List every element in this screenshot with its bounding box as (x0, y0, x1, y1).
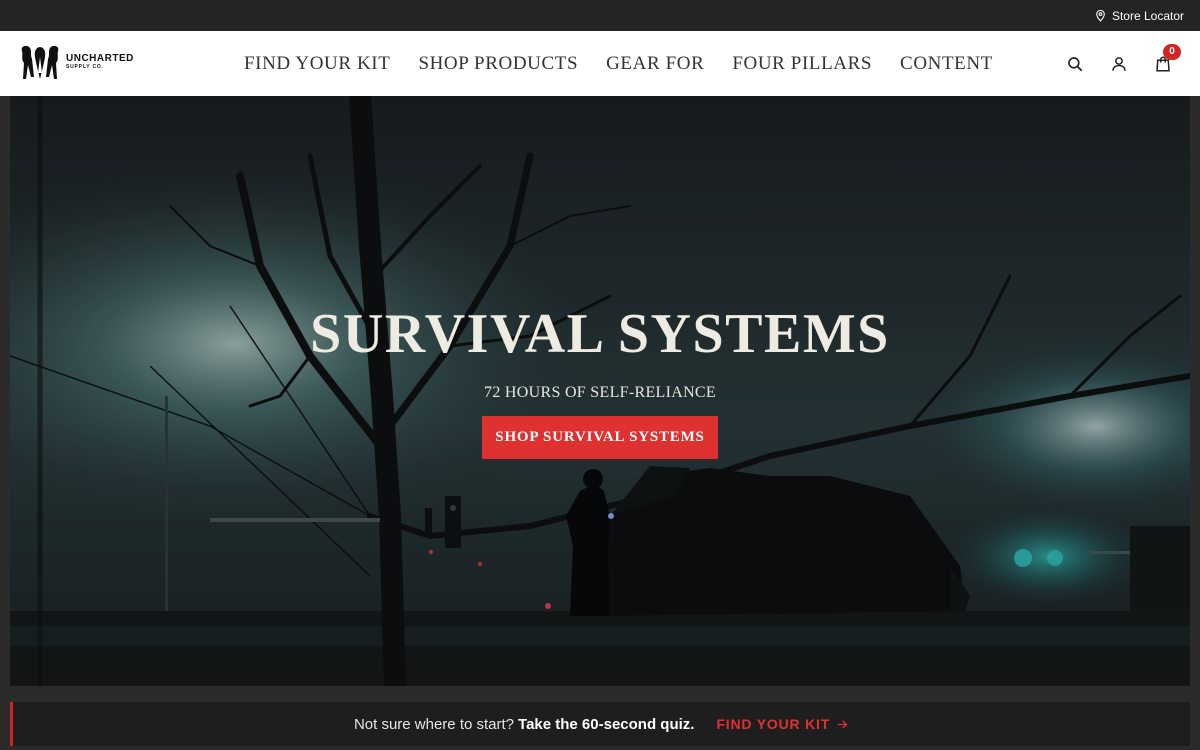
hero-banner: SURVIVAL SYSTEMS 72 HOURS OF SELF-RELIAN… (10, 96, 1190, 686)
main-nav: FIND YOUR KIT SHOP PRODUCTS GEAR FOR FOU… (230, 31, 1007, 96)
logo-wordmark: UNCHARTED (66, 53, 134, 64)
user-icon (1112, 56, 1126, 71)
quiz-lead-text: Not sure where to start? (353, 715, 515, 733)
nav-item-gear-for[interactable]: GEAR FOR (592, 53, 718, 75)
nav-item-find-your-kit[interactable]: FIND YOUR KIT (230, 53, 404, 75)
quiz-banner: Not sure where to start? Take the 60-sec… (10, 702, 1190, 746)
logo-subtext: SUPPLY CO. (66, 64, 104, 70)
hero-content: SURVIVAL SYSTEMS 72 HOURS OF SELF-RELIAN… (10, 306, 1190, 459)
store-locator-link[interactable]: Store Locator (1094, 9, 1184, 23)
store-locator-label: Store Locator (1111, 8, 1184, 23)
map-pin-icon (1096, 9, 1105, 22)
hero-title: SURVIVAL SYSTEMS (310, 303, 890, 365)
account-button[interactable] (1110, 55, 1128, 73)
logo[interactable]: UNCHARTED SUPPLY CO. (18, 43, 134, 81)
find-your-kit-link[interactable]: FIND YOUR KIT (716, 716, 849, 732)
nav-item-content[interactable]: CONTENT (886, 53, 1007, 75)
logo-mark-icon (21, 45, 59, 79)
utility-bar: Store Locator (0, 0, 1200, 31)
quiz-strong-text: Take the 60-second quiz. (518, 715, 695, 733)
hero-subtitle: 72 HOURS OF SELF-RELIANCE (484, 384, 716, 401)
nav-item-shop-products[interactable]: SHOP PRODUCTS (404, 53, 592, 75)
shop-survival-systems-button[interactable]: SHOP SURVIVAL SYSTEMS (482, 416, 718, 459)
cart-button[interactable]: 0 (1154, 43, 1181, 73)
search-button[interactable] (1066, 55, 1084, 73)
cart-count-badge: 0 (1163, 43, 1181, 60)
search-icon (1068, 56, 1083, 71)
arrow-right-icon (837, 720, 847, 728)
find-your-kit-label: FIND YOUR KIT (716, 716, 831, 732)
nav-item-four-pillars[interactable]: FOUR PILLARS (718, 53, 886, 75)
site-header: UNCHARTED SUPPLY CO. FIND YOUR KIT SHOP … (0, 31, 1200, 96)
header-icons: 0 (1066, 31, 1181, 96)
